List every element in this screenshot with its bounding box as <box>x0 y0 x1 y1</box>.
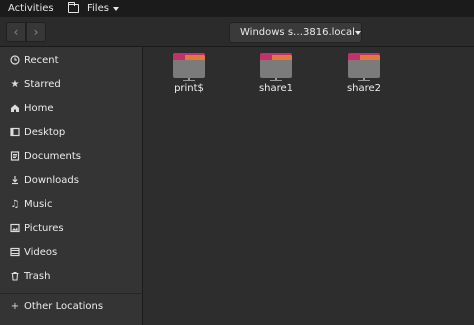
sidebar-item-label: Pictures <box>24 222 64 234</box>
sidebar: Recent ★ Starred Home Desktop Documents … <box>0 47 143 325</box>
path-bar[interactable]: Windows s…3816.local <box>229 22 362 43</box>
trash-icon <box>8 271 22 281</box>
file-view: print$ share1 share2 <box>144 47 474 325</box>
sidebar-item-label: Documents <box>24 150 82 162</box>
plus-icon: + <box>10 300 20 312</box>
sidebar-item-label: Music <box>24 198 53 210</box>
file-name: share1 <box>258 83 294 94</box>
sidebar-item-desktop[interactable]: Desktop <box>0 121 142 143</box>
file-item[interactable]: share2 <box>338 51 390 94</box>
network-folder-icon <box>348 53 380 81</box>
sidebar-item-videos[interactable]: Videos <box>0 241 142 263</box>
file-item[interactable]: share1 <box>250 51 302 94</box>
file-item[interactable]: print$ <box>163 51 215 94</box>
sidebar-divider <box>0 293 142 294</box>
app-menu[interactable]: Files <box>68 1 119 16</box>
forward-button[interactable]: › <box>26 22 46 42</box>
desktop-icon <box>8 127 22 137</box>
back-button[interactable]: ‹ <box>6 22 26 42</box>
network-folder-icon <box>173 53 205 81</box>
network-folder-icon <box>260 53 292 81</box>
sidebar-item-label: Other Locations <box>24 300 104 312</box>
home-icon <box>8 103 22 113</box>
download-icon <box>8 175 22 185</box>
sidebar-item-music[interactable]: ♫ Music <box>0 193 142 215</box>
sidebar-item-label: Starred <box>24 78 61 90</box>
activities-button[interactable]: Activities <box>8 2 54 15</box>
sidebar-item-label: Videos <box>24 246 58 258</box>
clock-icon <box>8 55 22 65</box>
sidebar-item-documents[interactable]: Documents <box>0 145 142 167</box>
sidebar-item-starred[interactable]: ★ Starred <box>0 73 142 95</box>
app-menu-label: Files <box>87 3 109 14</box>
sidebar-item-recent[interactable]: Recent <box>0 49 142 71</box>
sidebar-item-home[interactable]: Home <box>0 97 142 119</box>
location-dropdown-button[interactable] <box>354 23 361 42</box>
sidebar-item-other-locations[interactable]: + Other Locations <box>0 295 142 317</box>
document-icon <box>8 151 22 161</box>
header-bar: ‹ › Windows s…3816.local <box>0 17 474 47</box>
chevron-down-icon <box>112 7 119 11</box>
top-bar: Activities Files <box>0 0 474 17</box>
sidebar-item-label: Desktop <box>24 126 66 138</box>
chevron-down-icon <box>354 31 361 35</box>
sidebar-item-label: Recent <box>24 54 59 66</box>
video-icon <box>8 247 22 257</box>
star-icon: ★ <box>10 78 20 90</box>
file-name: share2 <box>346 83 382 94</box>
file-name: print$ <box>174 83 204 94</box>
sidebar-item-label: Downloads <box>24 174 79 186</box>
folder-icon <box>68 2 79 13</box>
music-icon: ♫ <box>10 198 20 210</box>
sidebar-item-label: Trash <box>24 270 51 282</box>
location-label[interactable]: Windows s…3816.local <box>230 27 355 38</box>
picture-icon <box>8 223 22 233</box>
sidebar-item-downloads[interactable]: Downloads <box>0 169 142 191</box>
sidebar-item-trash[interactable]: Trash <box>0 265 142 287</box>
sidebar-item-pictures[interactable]: Pictures <box>0 217 142 239</box>
sidebar-item-label: Home <box>24 102 54 114</box>
